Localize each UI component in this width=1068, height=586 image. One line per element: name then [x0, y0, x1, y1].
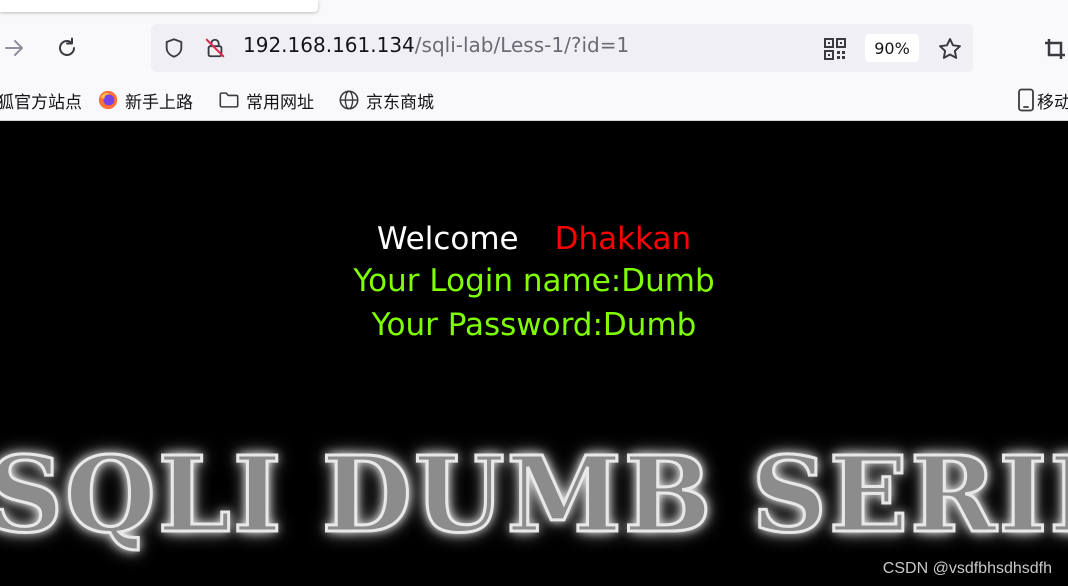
globe-icon — [338, 89, 360, 111]
bookmark-label: 常用网址 — [246, 92, 314, 113]
insecure-lock-icon — [205, 38, 225, 58]
bookmark-jd-mall[interactable]: 京东商城 — [338, 88, 434, 113]
bookmark-label: 狐官方站点 — [0, 92, 82, 113]
folder-icon — [218, 89, 240, 111]
screenshot-button[interactable] — [1042, 35, 1068, 63]
bookmark-official-site[interactable]: 狐官方站点 — [0, 88, 82, 113]
url-path: /sqli-lab/Less-1/?id=1 — [414, 33, 630, 57]
reload-icon — [59, 37, 75, 56]
reload-button[interactable] — [47, 28, 87, 68]
active-tab[interactable] — [0, 0, 318, 12]
bookmark-star-button[interactable] — [936, 35, 964, 63]
url-host: 192.168.161.134 — [243, 33, 415, 57]
forward-button[interactable] — [0, 28, 34, 68]
bookmark-mobile[interactable]: 移动 — [1017, 88, 1068, 113]
browser-toolbar: 192.168.161.134/sqli-lab/Less-1/?id=1 90… — [0, 0, 1068, 80]
bookmarks-bar: 狐官方站点 新手上路 常用网址 京东商城 移动 — [0, 80, 1068, 121]
bookmark-label: 移动 — [1037, 92, 1068, 113]
crop-icon — [1045, 39, 1065, 59]
qr-code-icon — [824, 38, 846, 60]
bookmark-common-sites[interactable]: 常用网址 — [218, 88, 314, 113]
url-text[interactable]: 192.168.161.134/sqli-lab/Less-1/?id=1 — [243, 33, 629, 57]
site-info-button[interactable] — [203, 36, 227, 60]
bookmark-label: 京东商城 — [366, 92, 434, 113]
bookmark-label: 新手上路 — [125, 92, 193, 113]
login-name-text: Your Login name:Dumb — [353, 263, 715, 299]
welcome-text: Welcome — [376, 221, 519, 257]
welcome-line: Welcome Dhakkan — [0, 217, 1068, 261]
zoom-reset-button[interactable]: 90% — [865, 34, 919, 62]
page-content: Welcome Dhakkan Your Login name:Dumb Your… — [0, 121, 1068, 586]
shield-icon — [165, 38, 183, 58]
qr-code-button[interactable] — [822, 36, 848, 62]
csdn-watermark: CSDN @vsdfbhsdhsdfh — [882, 560, 1052, 577]
series-banner-logo: SQLI DUMB SERIES — [0, 432, 1068, 558]
tracking-protection-button[interactable] — [162, 36, 186, 60]
mobile-icon — [1017, 88, 1035, 112]
star-icon — [939, 38, 961, 59]
password-text: Your Password:Dumb — [371, 307, 697, 343]
arrow-right-icon — [5, 40, 23, 56]
username-text: Dhakkan — [554, 221, 692, 257]
bookmark-getting-started[interactable]: 新手上路 — [97, 88, 193, 113]
firefox-icon — [97, 89, 119, 111]
